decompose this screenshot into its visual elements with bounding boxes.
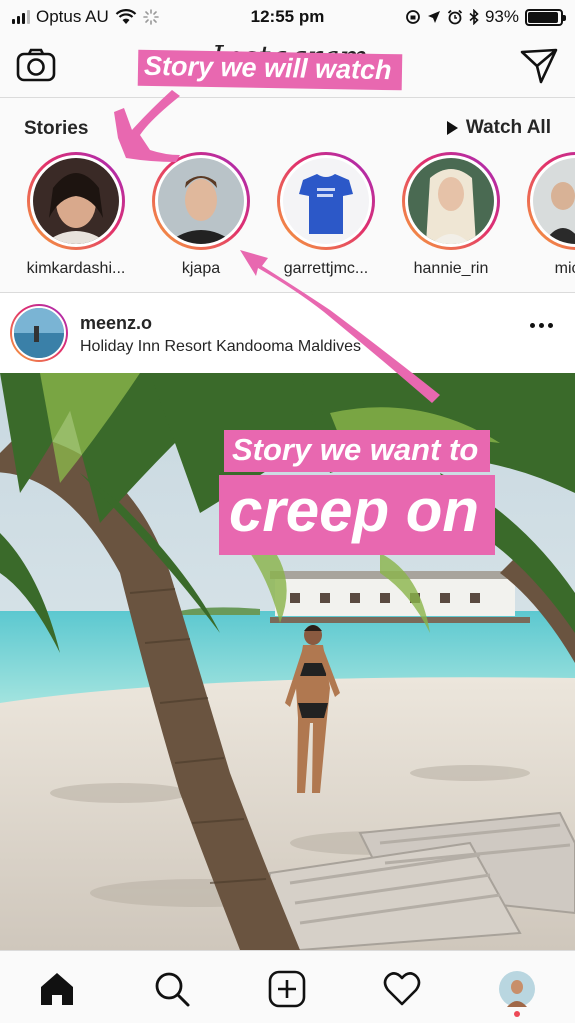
camera-icon[interactable] <box>16 48 56 82</box>
story-item[interactable]: hannie_rin <box>389 152 513 278</box>
alarm-icon <box>447 9 463 25</box>
notification-dot <box>514 1011 520 1017</box>
story-username: garrettjmc... <box>283 260 369 277</box>
battery-icon <box>525 8 566 26</box>
bluetooth-icon <box>469 9 479 25</box>
story-item[interactable]: micah <box>514 152 575 278</box>
more-options-icon[interactable] <box>530 323 553 328</box>
story-avatar <box>408 158 494 244</box>
status-time: 12:55 pm <box>250 7 325 26</box>
story-username: kimkardashi... <box>26 260 126 277</box>
tab-bar <box>0 950 575 1023</box>
carrier-label: Optus AU <box>36 7 109 26</box>
story-item[interactable]: kjapa <box>139 152 263 278</box>
loading-icon <box>142 9 159 25</box>
story-item[interactable]: garrettjmc... <box>264 152 388 278</box>
post-header: meenz.o Holiday Inn Resort Kandooma Mald… <box>0 293 575 373</box>
annotation-creep-on: creep on <box>219 475 496 555</box>
location-icon <box>427 11 440 23</box>
story-username: hannie_rin <box>413 260 489 277</box>
watch-all-label: Watch All <box>465 117 551 138</box>
direct-message-icon[interactable] <box>519 46 559 86</box>
story-avatar <box>533 158 575 244</box>
play-icon <box>446 121 458 135</box>
annotation-story-we-will-watch: Story we will watch <box>137 49 402 91</box>
status-bar: Optus AU 12:55 pm 93% <box>0 0 575 34</box>
stories-header: Stories Watch All <box>0 100 575 150</box>
story-item[interactable]: kimkardashi... <box>14 152 138 278</box>
signal-icon <box>12 10 30 24</box>
stories-row[interactable]: kimkardashi... kjapa garrettjmc... hanni… <box>0 152 575 292</box>
watch-all-button[interactable]: Watch All <box>446 117 551 139</box>
search-icon[interactable] <box>152 969 192 1009</box>
orientation-lock-icon <box>406 10 420 24</box>
post-avatar[interactable] <box>10 304 68 362</box>
story-username: kjapa <box>181 260 221 277</box>
annotation-story-we-want-to: Story we want to <box>224 430 491 472</box>
post-location[interactable]: Holiday Inn Resort Kandooma Maldives <box>80 338 361 356</box>
story-avatar <box>158 158 244 244</box>
post-username[interactable]: meenz.o <box>80 313 152 334</box>
battery-percent: 93% <box>484 7 519 26</box>
profile-avatar <box>499 971 535 1007</box>
activity-heart-icon[interactable] <box>382 969 422 1009</box>
story-username: micah <box>554 260 575 277</box>
add-post-icon[interactable] <box>267 969 307 1009</box>
story-avatar <box>283 158 369 244</box>
home-icon[interactable] <box>37 969 77 1009</box>
story-avatar <box>33 158 119 244</box>
stories-title: Stories <box>24 118 89 139</box>
profile-tab[interactable] <box>497 969 537 1017</box>
wifi-icon <box>115 9 137 24</box>
